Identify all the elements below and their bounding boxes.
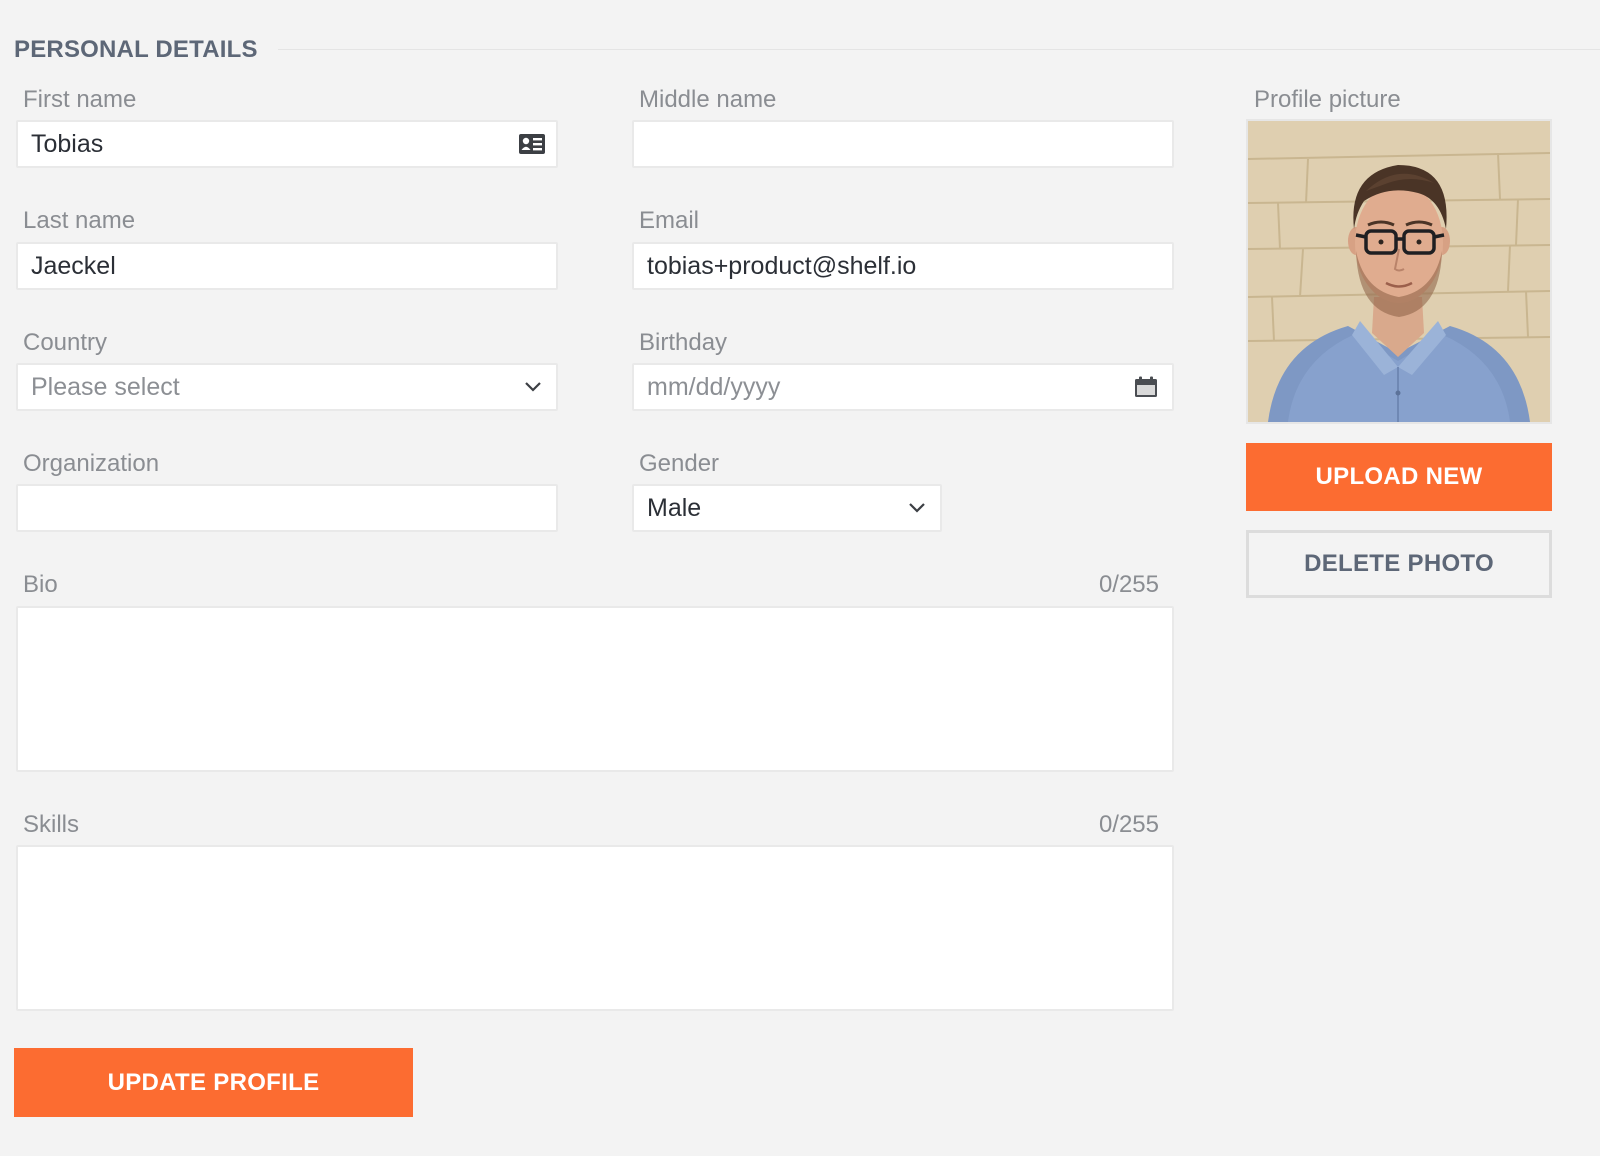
- middle-name-label: Middle name: [639, 86, 777, 113]
- chevron-down-icon: [524, 381, 542, 393]
- organization-field: [16, 484, 558, 532]
- update-profile-button[interactable]: UPDATE PROFILE: [14, 1048, 413, 1117]
- birthday-label: Birthday: [639, 329, 728, 356]
- skills-field: [16, 845, 1174, 1011]
- bio-field: [16, 606, 1174, 772]
- avatar: [1248, 121, 1550, 422]
- gender-selected-value: Male: [647, 494, 702, 522]
- delete-photo-button[interactable]: DELETE PHOTO: [1246, 530, 1552, 598]
- last-name-input[interactable]: [18, 244, 556, 288]
- birthday-input[interactable]: [634, 365, 1172, 409]
- contact-card-icon[interactable]: [518, 133, 546, 155]
- organization-label: Organization: [23, 450, 160, 477]
- bio-char-counter: 0/255: [1098, 571, 1159, 598]
- country-select[interactable]: Please select: [16, 363, 558, 411]
- upload-new-photo-button[interactable]: UPLOAD NEW: [1246, 443, 1552, 511]
- skills-char-counter: 0/255: [1098, 811, 1159, 838]
- last-name-label: Last name: [23, 207, 136, 234]
- country-selected-value: Please select: [31, 373, 180, 401]
- bio-label: Bio: [23, 571, 58, 598]
- birthday-field: [632, 363, 1174, 411]
- gender-label: Gender: [639, 450, 720, 477]
- profile-picture-label: Profile picture: [1254, 86, 1401, 113]
- section-title: PERSONAL DETAILS: [14, 36, 258, 63]
- first-name-input[interactable]: [18, 122, 556, 166]
- email-input[interactable]: [634, 244, 1172, 288]
- personal-details-page: PERSONAL DETAILS First name Middle name …: [0, 0, 1600, 1156]
- middle-name-field: [632, 120, 1174, 168]
- bio-textarea[interactable]: [18, 608, 1172, 770]
- organization-input[interactable]: [18, 486, 556, 530]
- skills-textarea[interactable]: [18, 847, 1172, 1009]
- section-divider: [278, 49, 1600, 50]
- email-label: Email: [639, 207, 700, 234]
- gender-select[interactable]: Male: [632, 484, 942, 532]
- middle-name-input[interactable]: [634, 122, 1172, 166]
- email-field: [632, 242, 1174, 290]
- chevron-down-icon: [908, 502, 926, 514]
- last-name-field: [16, 242, 558, 290]
- profile-photo: [1246, 119, 1552, 424]
- first-name-label: First name: [23, 86, 137, 113]
- skills-label: Skills: [23, 811, 80, 838]
- calendar-icon[interactable]: [1134, 376, 1158, 398]
- first-name-field: [16, 120, 558, 168]
- country-label: Country: [23, 329, 108, 356]
